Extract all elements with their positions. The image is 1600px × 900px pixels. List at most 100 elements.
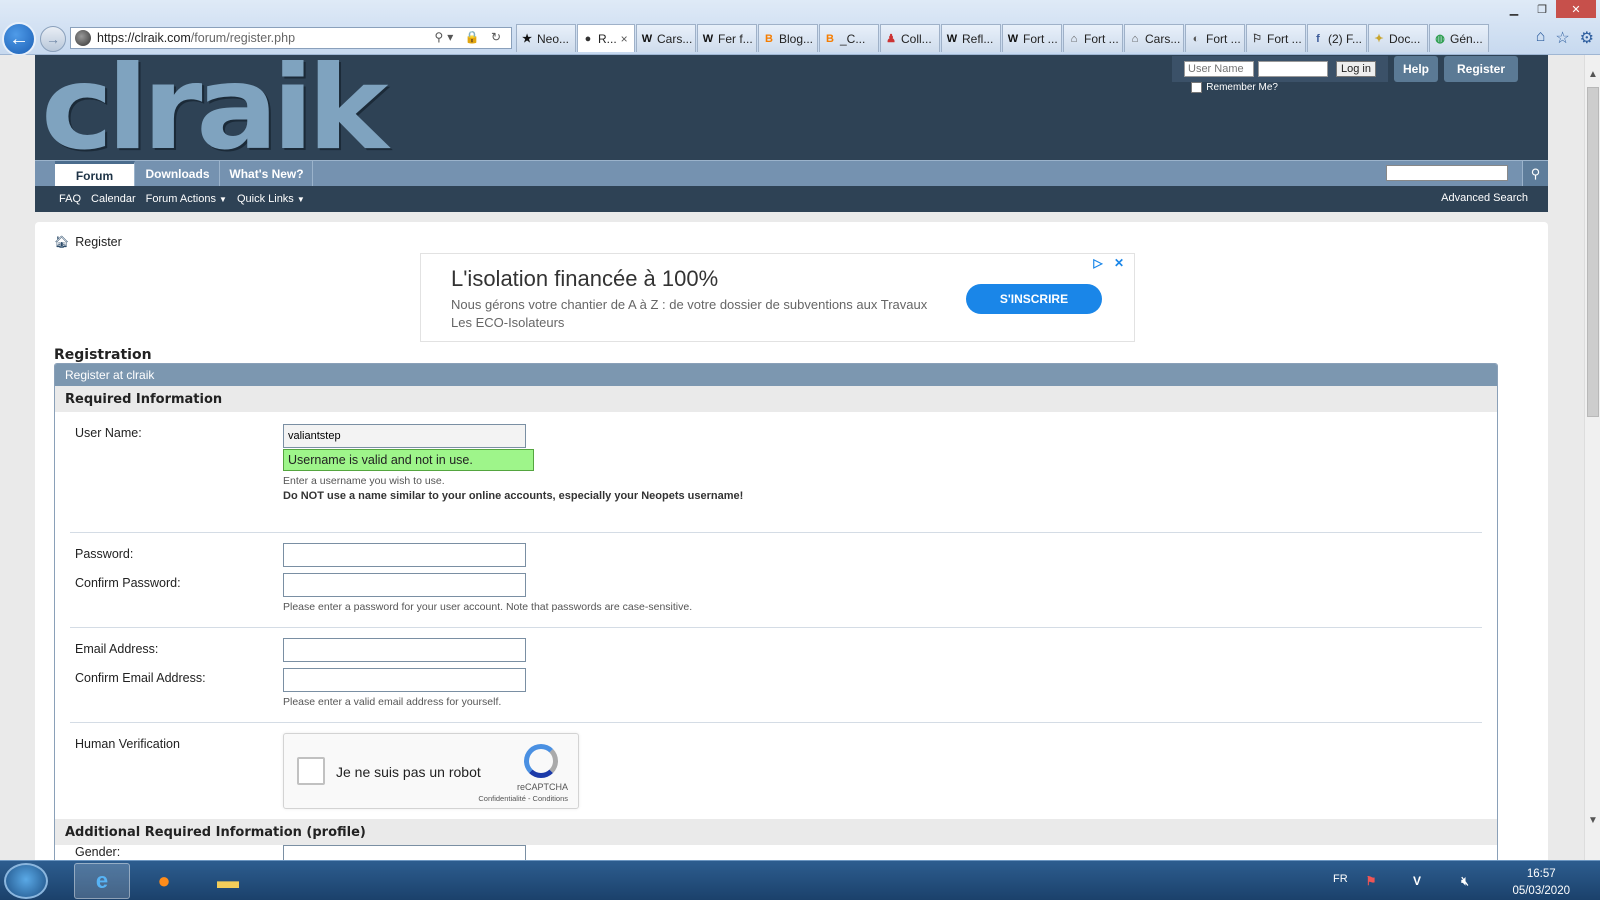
remember-me[interactable]: Remember Me? bbox=[1191, 82, 1278, 93]
tab-favicon-icon: ⌂ bbox=[1070, 32, 1078, 45]
browser-tab[interactable]: B _C... bbox=[819, 24, 879, 52]
tab-close-icon[interactable]: × bbox=[621, 32, 628, 46]
site-icon bbox=[75, 30, 91, 46]
ad-title[interactable]: L'isolation financée à 100% bbox=[451, 266, 718, 292]
email-hint: Please enter a valid email address for y… bbox=[283, 696, 502, 708]
advertisement[interactable]: ▷ ✕ L'isolation financée à 100% Nous gér… bbox=[420, 253, 1135, 342]
gender-select[interactable] bbox=[283, 845, 526, 860]
confirm-password-label: Confirm Password: bbox=[75, 576, 181, 590]
tab-label: Cars... bbox=[657, 31, 693, 46]
help-button[interactable]: Help bbox=[1394, 56, 1438, 82]
chevron-down-icon: ▼ bbox=[296, 195, 305, 204]
ad-choices-icon[interactable]: ▷ ✕ bbox=[1093, 256, 1128, 270]
forward-arrow-icon: → bbox=[46, 31, 60, 47]
login-username-input[interactable] bbox=[1184, 61, 1254, 77]
file-explorer-icon[interactable]: ▬ bbox=[200, 863, 256, 899]
ad-text[interactable]: Nous gérons votre chantier de A à Z : de… bbox=[451, 296, 931, 332]
firefox-icon[interactable]: ● bbox=[136, 863, 192, 899]
browser-tab[interactable]: ⌂ Cars... bbox=[1124, 24, 1184, 52]
url-text: https://clraik.com/forum/register.php bbox=[97, 31, 296, 45]
browser-tab[interactable]: ✦ Doc... bbox=[1368, 24, 1428, 52]
username-valid-message: Username is valid and not in use. bbox=[283, 449, 534, 471]
quick-search-input[interactable] bbox=[1386, 165, 1508, 181]
close-window-icon[interactable]: ✕ bbox=[1556, 0, 1596, 18]
forward-button[interactable]: → bbox=[40, 26, 66, 52]
address-bar[interactable]: https://clraik.com/forum/register.php ⚲▾… bbox=[70, 27, 512, 49]
tab-favicon-icon: B bbox=[765, 32, 773, 45]
site-logo[interactable]: clraik bbox=[41, 55, 388, 167]
browser-tab[interactable]: f (2) F... bbox=[1307, 24, 1367, 52]
sub-nav-calendar[interactable]: Calendar bbox=[91, 193, 136, 205]
remember-me-checkbox[interactable] bbox=[1191, 82, 1203, 93]
login-button[interactable]: Log in bbox=[1336, 61, 1376, 77]
human-verification-row: Human Verification Je ne suis pas un rob… bbox=[70, 723, 1482, 819]
register-button[interactable]: Register bbox=[1444, 56, 1518, 82]
page-viewport: clraik Log in Remember Me? Help Register… bbox=[0, 55, 1584, 860]
tab-label: Neo... bbox=[537, 31, 570, 46]
scroll-up-icon[interactable]: ▲ bbox=[1585, 69, 1600, 85]
home-icon[interactable]: 🏠︎ bbox=[54, 235, 69, 249]
confirm-email-field[interactable] bbox=[283, 668, 526, 692]
browser-tab[interactable]: ♟ Coll... bbox=[880, 24, 940, 52]
main-navigation: Forum Downloads What's New? ⚲ bbox=[35, 160, 1548, 187]
search-button[interactable]: ⚲ bbox=[1522, 161, 1548, 187]
email-field[interactable] bbox=[283, 638, 526, 662]
tab-forum[interactable]: Forum bbox=[55, 161, 135, 187]
tray-flag-icon[interactable]: ⚑ bbox=[1362, 872, 1380, 890]
tab-label: Blog... bbox=[779, 31, 814, 46]
tab-favicon-icon: W bbox=[946, 32, 958, 45]
page-scrollbar[interactable]: ▲ ▼ bbox=[1584, 55, 1600, 860]
form-block-title: Register at clraik bbox=[55, 364, 1497, 386]
browser-chrome: ▁ ❐ ✕ ← → https://clraik.com/forum/regis… bbox=[0, 0, 1600, 56]
windows-taskbar: e ● ▬ FR ⚑ V 🔇︎ 16:57 05/03/2020 bbox=[0, 860, 1600, 900]
minimize-icon[interactable]: ▁ bbox=[1500, 0, 1528, 18]
email-label: Email Address: bbox=[75, 642, 159, 656]
username-field[interactable]: valiantstep bbox=[283, 424, 526, 448]
scrollbar-thumb[interactable] bbox=[1587, 87, 1599, 417]
scroll-down-icon[interactable]: ▼ bbox=[1585, 815, 1600, 831]
browser-tab[interactable]: ● R... × bbox=[577, 24, 635, 52]
internet-explorer-icon[interactable]: e bbox=[74, 863, 130, 899]
restore-icon[interactable]: ❐ bbox=[1528, 0, 1556, 18]
login-form: Log in bbox=[1172, 56, 1388, 82]
recaptcha-terms-links[interactable]: Confidentialité - Conditions bbox=[478, 794, 568, 803]
browser-tab[interactable]: ⌂ Fort ... bbox=[1063, 24, 1123, 52]
start-button[interactable] bbox=[4, 863, 48, 899]
page-title: Registration bbox=[54, 347, 152, 363]
browser-tab[interactable]: W Fort ... bbox=[1002, 24, 1062, 52]
advanced-search-link[interactable]: Advanced Search bbox=[1441, 192, 1528, 204]
login-password-input[interactable] bbox=[1258, 61, 1328, 77]
back-button[interactable]: ← bbox=[2, 22, 36, 56]
browser-tab[interactable]: ◐ Fort ... bbox=[1185, 24, 1245, 52]
sub-nav-forum-actions[interactable]: Forum Actions ▼ bbox=[146, 193, 227, 205]
browser-tab[interactable]: ★ Neo... bbox=[516, 24, 576, 52]
chevron-down-icon: ▼ bbox=[219, 195, 227, 204]
browser-tab[interactable]: W Refl... bbox=[941, 24, 1001, 52]
settings-gear-icon[interactable]: ⚙ bbox=[1580, 28, 1594, 48]
browser-tab[interactable]: ⚐ Fort ... bbox=[1246, 24, 1306, 52]
address-tools-icons[interactable]: ⚲▾ 🔒 ↻ bbox=[435, 30, 505, 44]
favorites-star-icon[interactable]: ☆ bbox=[1555, 28, 1569, 48]
ad-cta-button[interactable]: S'INSCRIRE bbox=[966, 284, 1102, 314]
browser-toolbar-right: ⌂ ☆ ⚙ bbox=[1536, 28, 1594, 48]
tab-downloads[interactable]: Downloads bbox=[136, 161, 220, 187]
tray-app-icon[interactable]: V bbox=[1408, 872, 1426, 890]
browser-tab[interactable]: ◍ Gén... bbox=[1429, 24, 1489, 52]
tab-whats-new[interactable]: What's New? bbox=[221, 161, 313, 187]
confirm-password-field[interactable] bbox=[283, 573, 526, 597]
password-hint: Please enter a password for your user ac… bbox=[283, 601, 693, 613]
sub-nav-quick-links[interactable]: Quick Links ▼ bbox=[237, 193, 305, 205]
sub-nav-faq[interactable]: FAQ bbox=[59, 193, 81, 205]
password-field[interactable] bbox=[283, 543, 526, 567]
tray-language[interactable]: FR bbox=[1333, 873, 1348, 885]
back-arrow-icon: ← bbox=[9, 27, 29, 50]
volume-muted-icon[interactable]: 🔇︎ bbox=[1456, 872, 1474, 890]
tab-favicon-icon: ⌂ bbox=[1131, 32, 1139, 45]
browser-tab[interactable]: W Fer f... bbox=[697, 24, 757, 52]
browser-tab[interactable]: W Cars... bbox=[636, 24, 696, 52]
browser-tab[interactable]: B Blog... bbox=[758, 24, 818, 52]
recaptcha-checkbox[interactable] bbox=[297, 757, 325, 785]
tab-favicon-icon: W bbox=[641, 32, 653, 45]
home-icon[interactable]: ⌂ bbox=[1536, 28, 1546, 48]
system-clock[interactable]: 16:57 05/03/2020 bbox=[1512, 866, 1570, 900]
